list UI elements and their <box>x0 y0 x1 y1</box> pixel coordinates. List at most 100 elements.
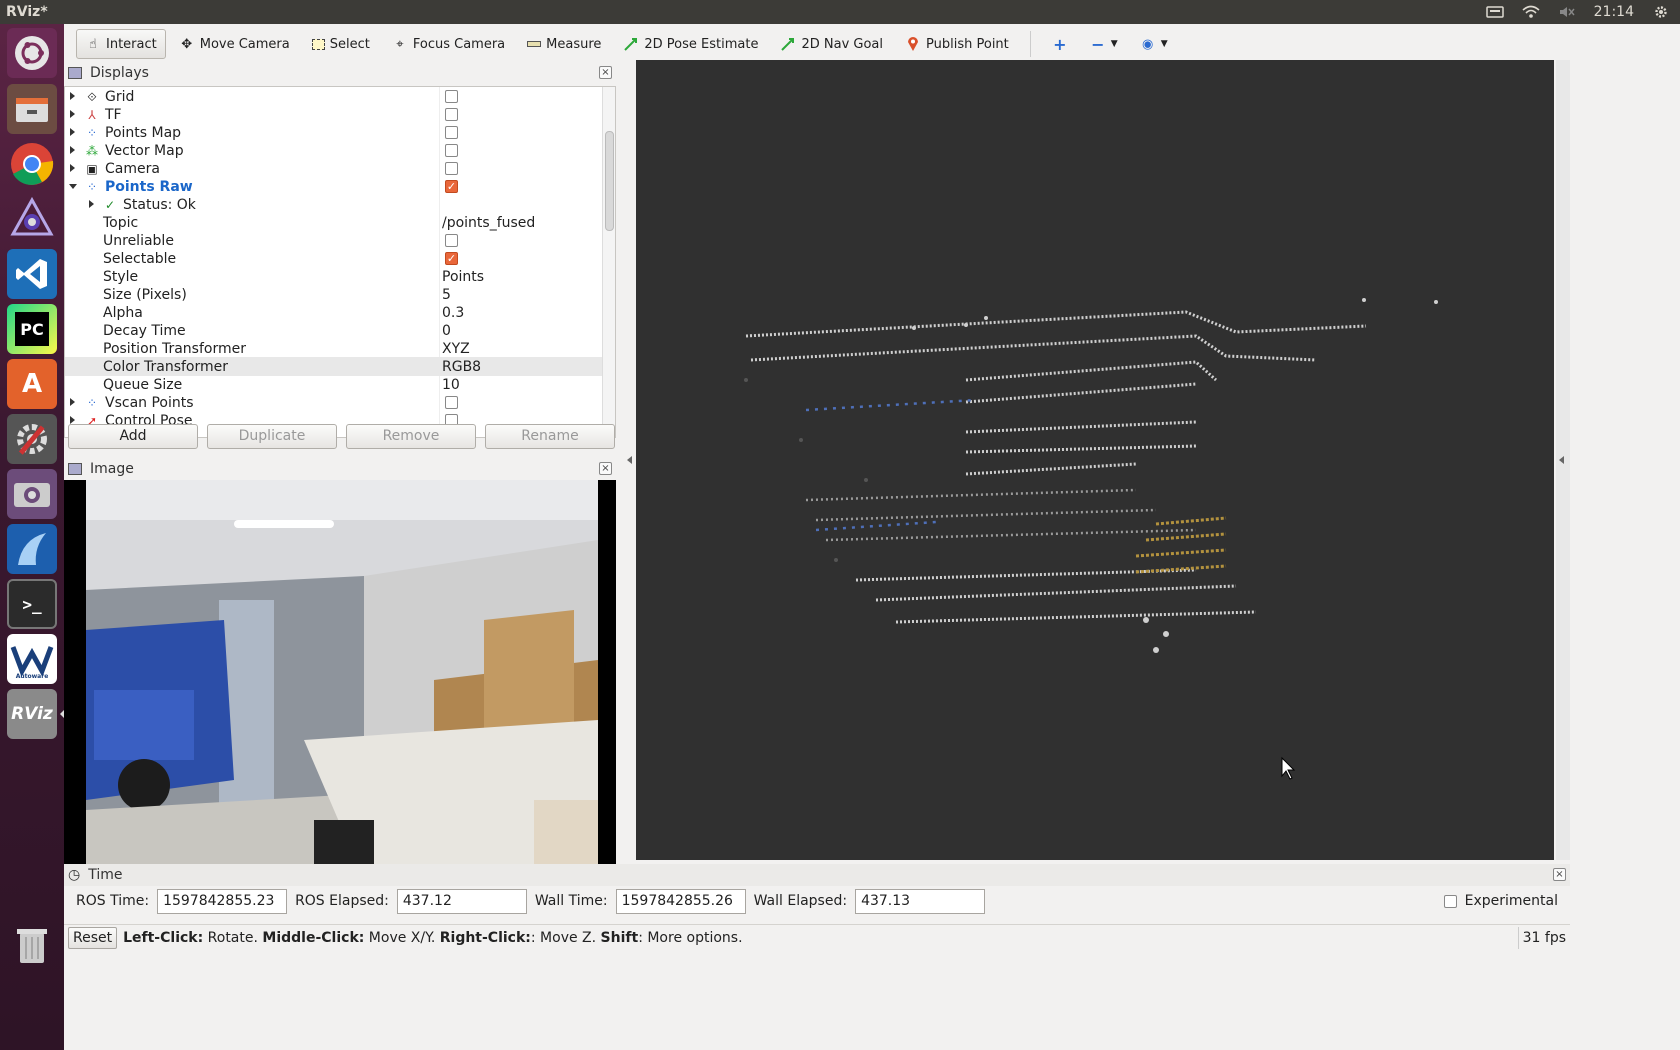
2d-pose-estimate-tool[interactable]: 2D Pose Estimate <box>614 29 767 59</box>
display-row-points-map[interactable]: ⁘ Points Map <box>65 123 615 142</box>
property-row-size[interactable]: Size (Pixels) 5 <box>65 285 615 304</box>
enabled-checkbox[interactable] <box>445 108 458 121</box>
property-row-style[interactable]: Style Points <box>65 267 615 286</box>
expand-arrow-icon[interactable] <box>70 416 75 424</box>
displays-panel-header: Displays × <box>64 62 616 84</box>
scrollbar-thumb[interactable] <box>605 131 614 231</box>
3d-render-view[interactable] <box>636 60 1554 860</box>
measure-tool[interactable]: Measure <box>518 29 610 59</box>
software-center-icon[interactable]: A <box>7 359 57 409</box>
ros-time-field[interactable]: 1597842855.23 <box>157 888 288 914</box>
focus-camera-tool[interactable]: ⌖ Focus Camera <box>383 29 514 59</box>
hint-shift-action: : More options. <box>638 929 743 946</box>
move-camera-tool[interactable]: ✥ Move Camera <box>170 29 299 59</box>
close-icon[interactable]: × <box>599 66 612 79</box>
measure-label: Measure <box>546 36 602 52</box>
system-tray: 21:14 <box>1485 4 1680 20</box>
row-value[interactable]: Points <box>442 269 484 285</box>
collapse-left-arrow-icon[interactable] <box>627 456 632 464</box>
row-value[interactable]: /points_fused <box>442 215 535 231</box>
close-icon[interactable]: × <box>1553 868 1566 881</box>
rviz-icon[interactable]: RViz <box>7 689 57 739</box>
display-row-camera[interactable]: ▣ Camera <box>65 159 615 178</box>
property-row-position-transformer[interactable]: Position Transformer XYZ <box>65 339 615 358</box>
row-value[interactable]: XYZ <box>442 341 470 357</box>
marker-array-icon: ⁂ <box>86 143 98 158</box>
select-tool[interactable]: Select <box>303 29 379 59</box>
expand-arrow-icon[interactable] <box>70 146 75 154</box>
pycharm-icon[interactable]: PC <box>7 304 57 354</box>
row-value[interactable]: 10 <box>442 377 460 393</box>
expand-arrow-icon[interactable] <box>70 398 75 406</box>
collapse-arrow-icon[interactable] <box>69 184 77 189</box>
terminal-icon[interactable]: >_ <box>7 579 57 629</box>
camera-app-icon[interactable] <box>7 469 57 519</box>
displays-scrollbar[interactable] <box>602 87 615 437</box>
property-row-topic[interactable]: Topic /points_fused <box>65 213 615 232</box>
enabled-checkbox[interactable] <box>445 162 458 175</box>
expand-arrow-icon[interactable] <box>70 128 75 136</box>
property-row-status[interactable]: ✓ Status: Ok <box>65 195 615 214</box>
expand-arrow-icon[interactable] <box>89 200 94 208</box>
enabled-checkbox[interactable] <box>445 144 458 157</box>
selectable-checkbox[interactable]: ✓ <box>445 252 458 265</box>
reset-button[interactable]: Reset <box>68 926 118 949</box>
rename-button[interactable]: Rename <box>485 424 615 449</box>
wireshark-icon[interactable] <box>7 524 57 574</box>
wall-elapsed-field[interactable]: 437.13 <box>855 888 986 914</box>
expand-arrow-icon[interactable] <box>70 92 75 100</box>
ubuntu-dash-icon[interactable] <box>7 28 57 78</box>
publish-point-tool[interactable]: Publish Point <box>896 29 1018 59</box>
volume-muted-icon[interactable] <box>1558 5 1576 19</box>
remove-button[interactable]: Remove <box>346 424 476 449</box>
files-icon[interactable] <box>7 84 57 134</box>
property-row-decay-time[interactable]: Decay Time 0 <box>65 321 615 340</box>
wifi-icon[interactable] <box>1522 5 1540 19</box>
remove-tool-button[interactable]: − ▼ <box>1081 29 1127 59</box>
interact-tool[interactable]: ☝ Interact <box>76 29 166 59</box>
add-tool-button[interactable]: + <box>1043 29 1077 59</box>
keyboard-icon[interactable] <box>1485 5 1504 19</box>
duplicate-button[interactable]: Duplicate <box>207 424 337 449</box>
wall-time-field[interactable]: 1597842855.26 <box>615 888 746 914</box>
enabled-checkbox[interactable] <box>445 126 458 139</box>
display-row-vscan-points[interactable]: ⁘ Vscan Points <box>65 393 615 412</box>
2d-nav-goal-tool[interactable]: 2D Nav Goal <box>771 29 892 59</box>
vscode-icon[interactable] <box>7 249 57 299</box>
expand-arrow-icon[interactable] <box>70 164 75 172</box>
camera-image[interactable] <box>64 480 616 880</box>
property-row-queue-size[interactable]: Queue Size 10 <box>65 375 615 394</box>
collapse-right-arrow-icon[interactable] <box>1559 456 1564 464</box>
expand-arrow-icon[interactable] <box>70 110 75 118</box>
row-value[interactable]: 0.3 <box>442 305 464 321</box>
enabled-checkbox[interactable] <box>445 396 458 409</box>
view-options-button[interactable]: ◉ ▼ <box>1131 29 1177 59</box>
display-row-tf[interactable]: ⅄ TF <box>65 105 615 124</box>
display-row-points-raw[interactable]: ⁘ Points Raw ✓ <box>65 177 615 196</box>
enabled-checkbox[interactable]: ✓ <box>445 180 458 193</box>
enabled-checkbox[interactable] <box>445 90 458 103</box>
row-value[interactable]: 0 <box>442 323 451 339</box>
ros-elapsed-field[interactable]: 437.12 <box>396 888 527 914</box>
experimental-checkbox[interactable] <box>1443 894 1457 908</box>
property-row-selectable[interactable]: Selectable ✓ <box>65 249 615 268</box>
system-settings-icon[interactable] <box>7 414 57 464</box>
trash-icon[interactable] <box>7 920 57 970</box>
row-value[interactable]: 5 <box>442 287 451 303</box>
row-value[interactable]: RGB8 <box>442 359 481 375</box>
close-icon[interactable]: × <box>599 462 612 475</box>
add-button[interactable]: Add <box>68 424 198 449</box>
displays-button-row: Add Duplicate Remove Rename <box>68 424 615 449</box>
clock[interactable]: 21:14 <box>1594 4 1634 20</box>
unreliable-checkbox[interactable] <box>445 234 458 247</box>
display-row-grid[interactable]: ⟐ Grid <box>65 87 615 106</box>
property-row-alpha[interactable]: Alpha 0.3 <box>65 303 615 322</box>
property-row-color-transformer[interactable]: Color Transformer RGB8 <box>65 357 602 376</box>
ros-app-icon[interactable] <box>7 194 57 244</box>
property-row-unreliable[interactable]: Unreliable <box>65 231 615 250</box>
chrome-icon[interactable] <box>7 139 57 189</box>
autoware-icon[interactable]: Autoware <box>7 634 57 684</box>
gear-icon[interactable] <box>1652 5 1670 19</box>
row-label: Size (Pixels) <box>103 286 187 303</box>
display-row-vector-map[interactable]: ⁂ Vector Map <box>65 141 615 160</box>
